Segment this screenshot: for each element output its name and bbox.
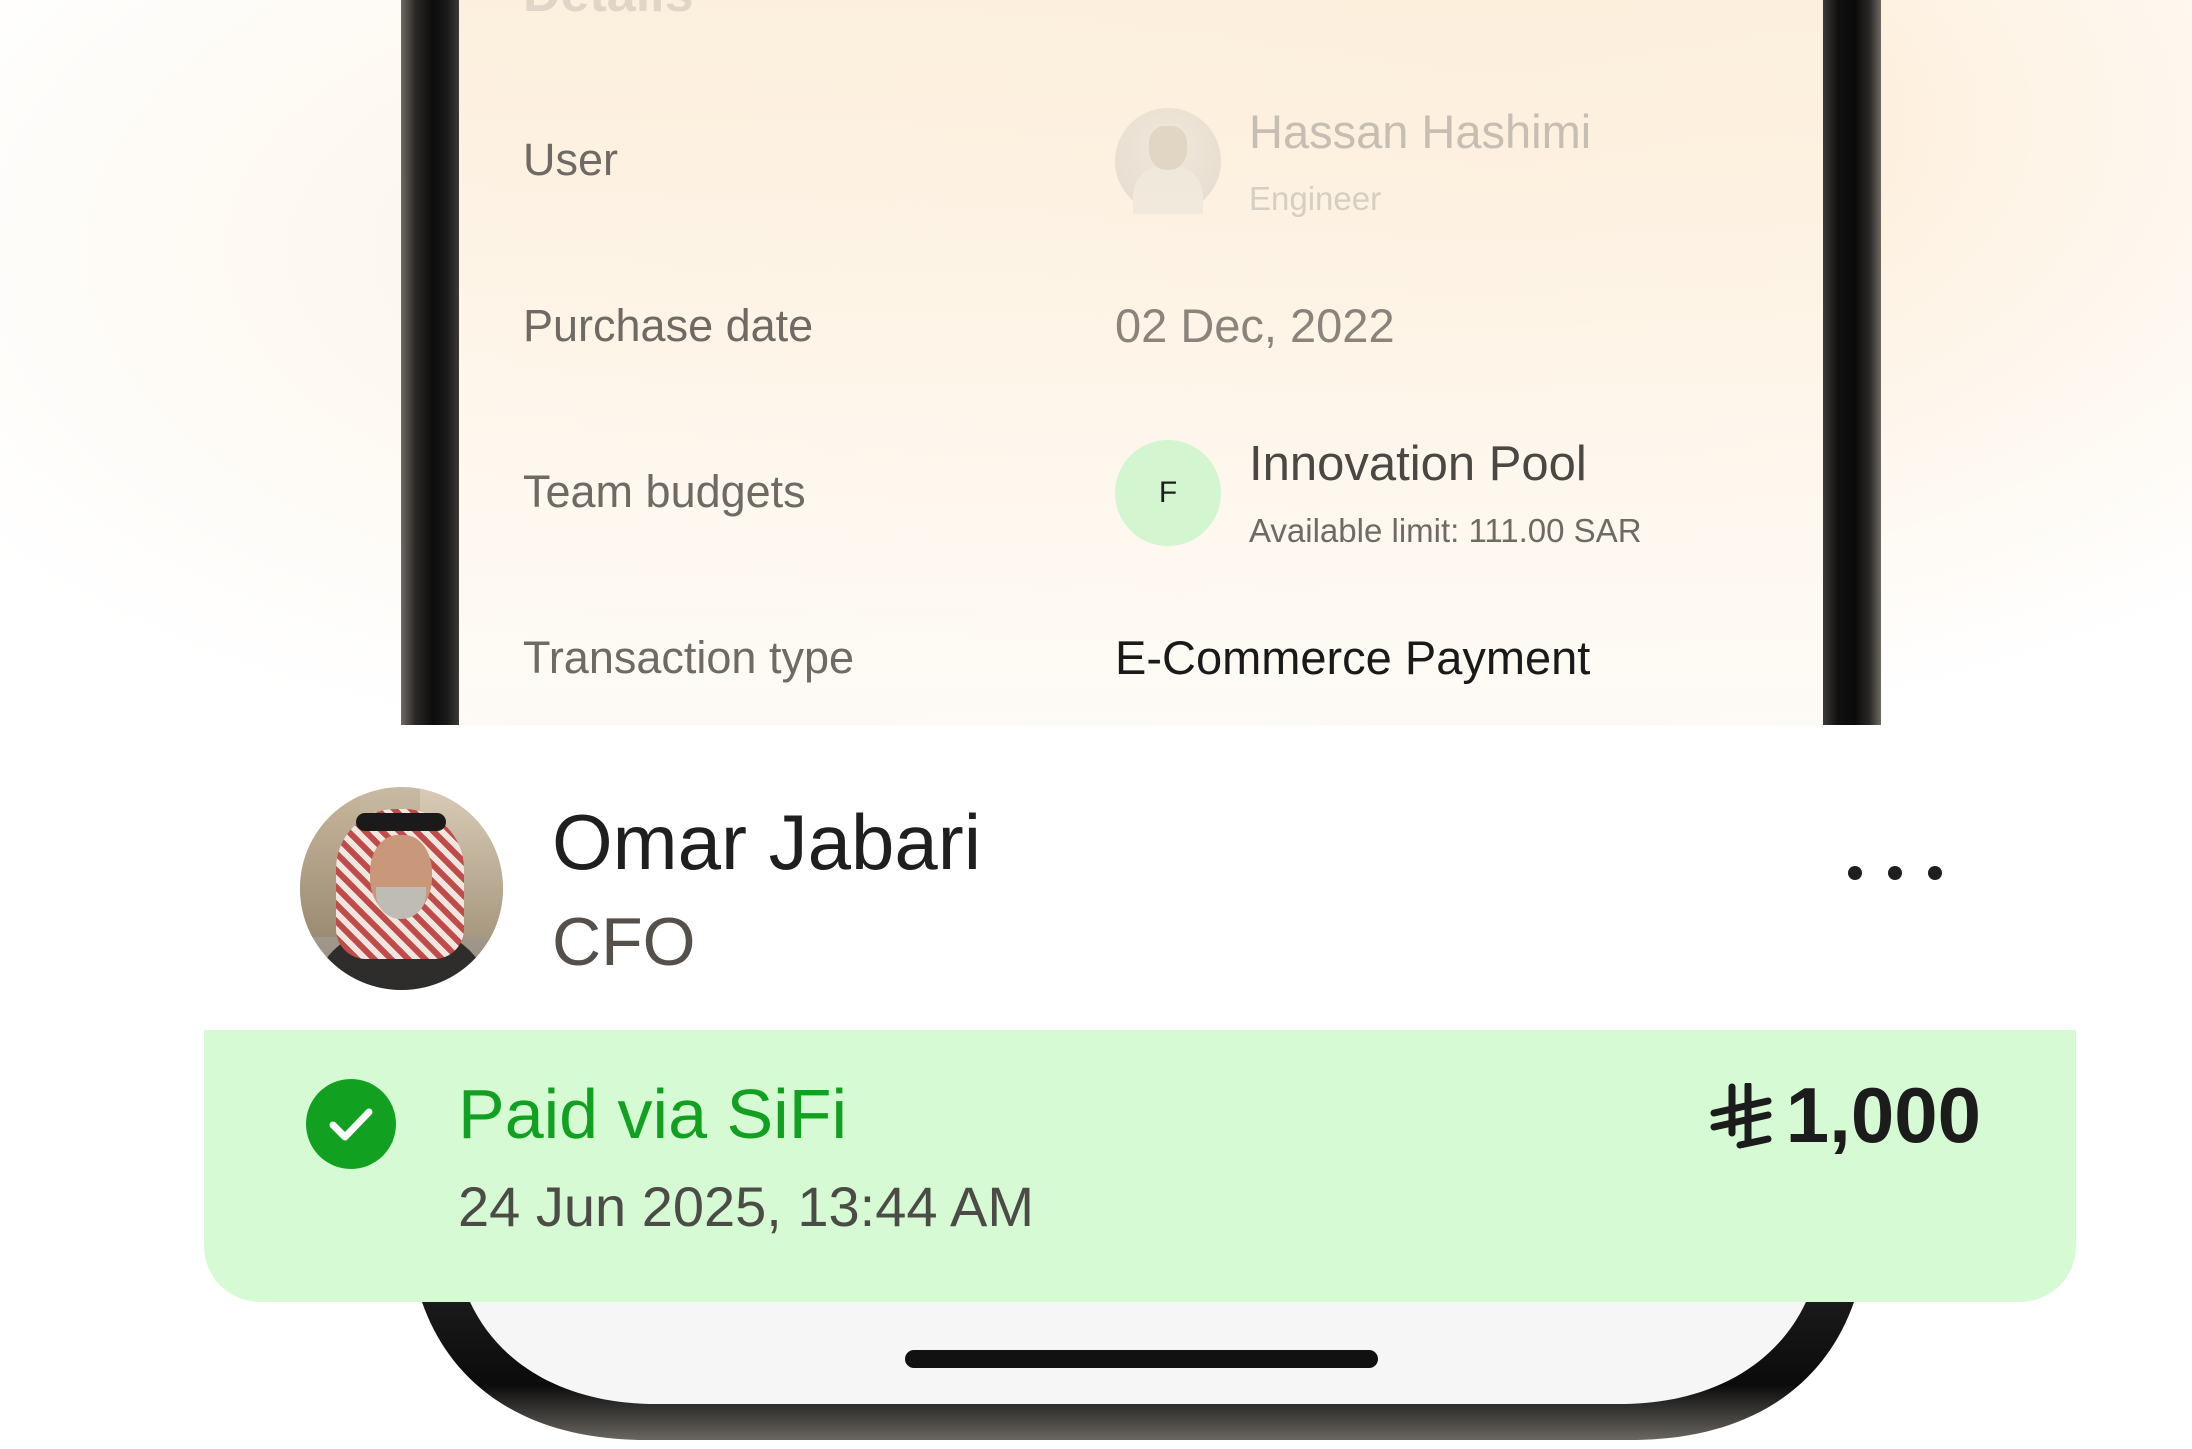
phone-screen: Details User Hassan Hashimi Engineer Pur… <box>459 0 1823 725</box>
user-role: Engineer <box>1249 180 1382 217</box>
phone-frame-left <box>401 0 459 725</box>
details-section-title: Details <box>523 0 694 24</box>
team-avatar[interactable]: F <box>1115 440 1221 546</box>
payment-amount: 1,000 <box>1785 1071 1981 1159</box>
transaction-type-label: Transaction type <box>523 632 854 683</box>
more-options-button[interactable] <box>1840 843 1950 903</box>
team-budgets-label: Team budgets <box>523 466 806 517</box>
more-horizontal-icon <box>1928 866 1942 880</box>
user-name: Hassan Hashimi <box>1249 105 1592 158</box>
check-circle-icon <box>306 1079 396 1169</box>
employee-avatar[interactable] <box>300 787 503 990</box>
phone-bottom-frame <box>422 1302 1854 1440</box>
phone-frame-right <box>1823 0 1881 725</box>
employee-role: CFO <box>552 904 696 980</box>
more-horizontal-icon <box>1848 866 1862 880</box>
payment-status-panel: Paid via SiFi 24 Jun 2025, 13:44 AM 1,00… <box>204 1030 2076 1302</box>
purchase-date-value: 02 Dec, 2022 <box>1115 299 1395 352</box>
avatar-agal <box>356 813 446 831</box>
employee-name: Omar Jabari <box>552 798 982 886</box>
payment-datetime: 24 Jun 2025, 13:44 AM <box>458 1175 1034 1238</box>
employee-card: Omar Jabari CFO <box>204 725 2076 1030</box>
payment-status: Paid via SiFi <box>458 1075 848 1153</box>
user-label: User <box>523 134 619 185</box>
transaction-type-value: E-Commerce Payment <box>1115 631 1591 684</box>
saudi-riyal-icon <box>1710 1082 1772 1148</box>
team-name: Innovation Pool <box>1249 437 1587 491</box>
payment-amount-group: 1,000 <box>1710 1070 1981 1161</box>
user-avatar[interactable] <box>1115 108 1221 214</box>
user-avatar-head <box>1149 126 1187 170</box>
user-avatar-body <box>1133 166 1203 214</box>
home-indicator[interactable] <box>905 1350 1378 1368</box>
more-horizontal-icon <box>1888 866 1902 880</box>
team-available-limit: Available limit: 111.00 SAR <box>1249 512 1642 549</box>
purchase-date-label: Purchase date <box>523 300 814 351</box>
